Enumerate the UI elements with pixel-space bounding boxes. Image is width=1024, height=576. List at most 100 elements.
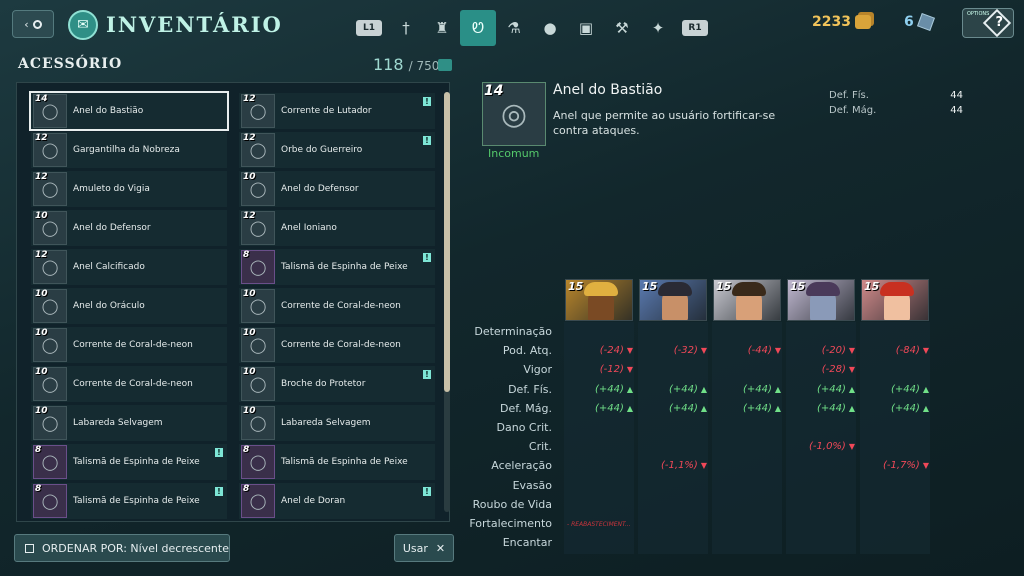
list-item[interactable]: ◯ 12 Corrente de Lutador! — [239, 93, 435, 129]
tab-armor[interactable]: ♜ — [424, 11, 460, 45]
item-count-total: / 750 — [408, 59, 440, 73]
item-level: 10 — [35, 406, 48, 416]
item-name: Corrente de Coral-de-neon — [281, 301, 401, 311]
list-item[interactable]: ◯ 12 Anel Ioniano — [239, 210, 435, 246]
stat-change-value: (+44) — [742, 384, 772, 395]
stat-change-value: (+44) — [890, 403, 920, 414]
arrow-up-icon: ▲ — [700, 385, 707, 394]
list-item[interactable]: ◯ 8 Talismã de Espinha de Peixe! — [239, 249, 435, 285]
arrow-up-icon: ▲ — [700, 404, 707, 413]
item-count-current: 118 — [373, 55, 404, 74]
use-button[interactable]: Usar ✕ — [394, 534, 454, 562]
champion-portrait[interactable]: 15 — [861, 279, 929, 321]
options-button[interactable]: OPTIONS ? — [962, 8, 1014, 38]
accessory-icon: ◯ 8 — [33, 484, 67, 518]
gem-icon — [916, 13, 935, 31]
stat-change: - REABASTECIMENT... — [567, 521, 631, 528]
stat-change: (-84) ▼ — [896, 345, 929, 356]
tab-chest[interactable]: ▣ — [568, 11, 604, 45]
sort-button[interactable]: ORDENAR POR: Nível decrescente — [14, 534, 230, 562]
item-name: Anel do Bastião — [73, 106, 144, 116]
tab-sword[interactable]: † — [388, 11, 424, 45]
list-item[interactable]: ◯ 8 Talismã de Espinha de Peixe — [239, 444, 435, 480]
gem-amount: 6 — [904, 14, 914, 30]
list-item[interactable]: ◯ 12 Gargantilha da Nobreza — [31, 132, 227, 168]
sword-icon: † — [402, 19, 410, 37]
accessory-icon: ◯ 10 — [241, 328, 275, 362]
item-level: 10 — [243, 367, 256, 377]
stat-row: Def. Fís. 44 — [829, 90, 963, 105]
star-icon: ✦ — [651, 19, 665, 37]
stat-change: (-32) ▼ — [674, 345, 707, 356]
arrow-up-icon: ▲ — [922, 404, 929, 413]
champion-portrait[interactable]: 15 — [713, 279, 781, 321]
champion-portrait[interactable]: 15 — [639, 279, 707, 321]
list-item[interactable]: ◯ 10 Anel do Oráculo — [31, 288, 227, 324]
list-item[interactable]: ◯ 10 Anel do Defensor — [239, 171, 435, 207]
item-level: 10 — [35, 211, 48, 221]
list-item[interactable]: ◯ 10 Labareda Selvagem — [239, 405, 435, 441]
tab-hammer[interactable]: ⚒ — [604, 11, 640, 45]
tab-bomb[interactable]: ● — [532, 11, 568, 45]
item-name: Anel do Defensor — [73, 223, 151, 233]
list-item[interactable]: ◯ 10 Broche do Protetor! — [239, 366, 435, 402]
list-item[interactable]: ◯ 12 Orbe do Guerreiro! — [239, 132, 435, 168]
gem-counter: 6 — [904, 13, 935, 31]
list-item[interactable]: ◯ 14 Anel do Bastião — [29, 91, 229, 131]
back-button[interactable]: ‹ — [12, 10, 54, 38]
list-item[interactable]: ◯ 8 Anel de Doran! — [239, 483, 435, 519]
arrow-down-icon: ▼ — [848, 365, 855, 374]
list-item[interactable]: ◯ 10 Corrente de Coral-de-neon — [31, 366, 227, 402]
capacity-icon — [438, 59, 452, 71]
stat-row: Def. Mág. 44 — [829, 105, 963, 120]
stat-change-value: (-44) — [747, 345, 772, 356]
champion-level: 15 — [790, 280, 806, 293]
new-badge-icon: ! — [423, 97, 431, 106]
champion-portrait[interactable]: 15 — [787, 279, 855, 321]
item-name: Anel Calcificado — [73, 262, 145, 272]
new-badge-icon: ! — [423, 487, 431, 496]
list-item[interactable]: ◯ 10 Corrente de Coral-de-neon — [239, 288, 435, 324]
list-item[interactable]: ◯ 10 Labareda Selvagem — [31, 405, 227, 441]
accessory-icon: ◯ 10 — [241, 367, 275, 401]
r1-trigger[interactable]: R1 — [682, 20, 708, 36]
item-name: Anel Ioniano — [281, 223, 337, 233]
item-level: 12 — [35, 250, 48, 260]
item-name: Labareda Selvagem — [73, 418, 163, 428]
scrollbar-thumb[interactable] — [444, 92, 450, 392]
item-name: Talismã de Espinha de Peixe — [73, 496, 200, 506]
stat-label: Evasão — [512, 479, 552, 492]
tab-star[interactable]: ✦ — [640, 11, 676, 45]
arrow-down-icon: ▼ — [922, 461, 929, 470]
item-level: 10 — [243, 328, 256, 338]
arrow-up-icon: ▲ — [774, 385, 781, 394]
champion-portrait[interactable]: 15 — [565, 279, 633, 321]
stat-change-value: (-20) — [821, 345, 846, 356]
item-name: Anel de Doran — [281, 496, 346, 506]
stat-value: 44 — [950, 105, 963, 116]
accessory-icon: ◯ 8 — [241, 445, 275, 479]
list-item[interactable]: ◯ 10 Corrente de Coral-de-neon — [239, 327, 435, 363]
stat-change: (-24) ▼ — [600, 345, 633, 356]
comparison-column — [786, 322, 856, 554]
list-item[interactable]: ◯ 10 Corrente de Coral-de-neon — [31, 327, 227, 363]
stat-change: (-1,7%) ▼ — [883, 460, 929, 471]
stat-change: (-28) ▼ — [822, 364, 855, 375]
stat-change: (+44) ▲ — [743, 403, 781, 414]
stat-change-value: (-24) — [599, 345, 624, 356]
potion-icon: ⚗ — [507, 19, 521, 37]
chest-icon: ▣ — [578, 19, 594, 37]
tab-accessory[interactable]: Ꮼ — [460, 10, 496, 46]
stat-change-value: (-28) — [821, 364, 846, 375]
list-item[interactable]: ◯ 8 Talismã de Espinha de Peixe! — [31, 483, 227, 519]
list-item[interactable]: ◯ 12 Amuleto do Vigia — [31, 171, 227, 207]
list-item[interactable]: ◯ 10 Anel do Defensor — [31, 210, 227, 246]
tab-potion[interactable]: ⚗ — [496, 11, 532, 45]
arrow-down-icon: ▼ — [922, 346, 929, 355]
l1-trigger[interactable]: L1 — [356, 20, 382, 36]
item-level: 14 — [35, 94, 48, 104]
list-item[interactable]: ◯ 12 Anel Calcificado — [31, 249, 227, 285]
new-badge-icon: ! — [423, 136, 431, 145]
list-item[interactable]: ◯ 8 Talismã de Espinha de Peixe! — [31, 444, 227, 480]
item-name: Orbe do Guerreiro — [281, 145, 363, 155]
